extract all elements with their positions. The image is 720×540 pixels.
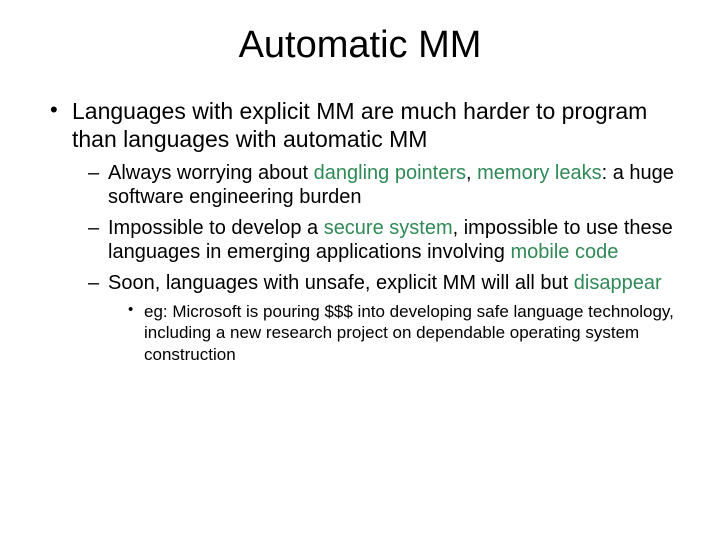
highlight-dangling-pointers: dangling pointers — [314, 162, 466, 184]
slide-title: Automatic MM — [40, 24, 680, 67]
bullet-list-level-2: Always worrying about dangling pointers,… — [86, 161, 680, 365]
text-fragment: Impossible to develop a — [108, 217, 324, 239]
bullet-text: Languages with explicit MM are much hard… — [72, 98, 647, 152]
slide: Automatic MM Languages with explicit MM … — [0, 0, 720, 540]
sub-bullet-item: Soon, languages with unsafe, explicit MM… — [86, 271, 680, 365]
bullet-item: Languages with explicit MM are much hard… — [46, 97, 680, 365]
sub-bullet-item: Always worrying about dangling pointers,… — [86, 161, 680, 210]
text-fragment: eg: Microsoft is pouring $$$ into develo… — [144, 302, 674, 364]
bullet-list-level-3: eg: Microsoft is pouring $$$ into develo… — [126, 301, 680, 365]
highlight-secure-system: secure system — [324, 217, 453, 239]
highlight-memory-leaks: memory leaks — [477, 162, 601, 184]
bullet-list-level-1: Languages with explicit MM are much hard… — [46, 97, 680, 365]
text-fragment: Soon, languages with unsafe, explicit MM… — [108, 272, 574, 294]
text-fragment: , — [466, 162, 477, 184]
sub-bullet-item: Impossible to develop a secure system, i… — [86, 216, 680, 265]
highlight-mobile-code: mobile code — [510, 241, 618, 263]
sub-sub-bullet-item: eg: Microsoft is pouring $$$ into develo… — [126, 301, 680, 365]
highlight-disappear: disappear — [574, 272, 662, 294]
text-fragment: Always worrying about — [108, 162, 314, 184]
